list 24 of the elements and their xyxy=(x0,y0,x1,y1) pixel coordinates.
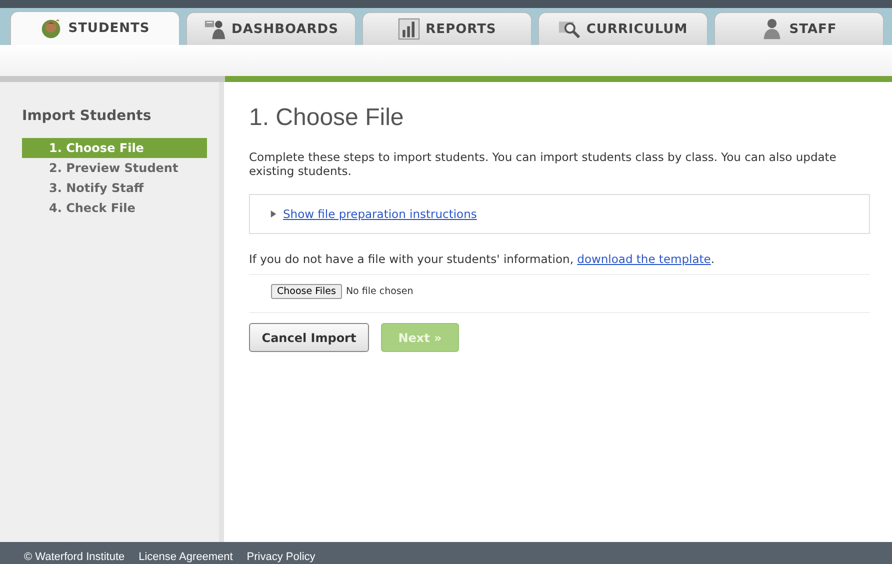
instructions-toggle[interactable]: Show file preparation instructions xyxy=(270,207,477,221)
cancel-button[interactable]: Cancel Import xyxy=(249,323,369,352)
step-item[interactable]: 2. Preview Student xyxy=(22,158,207,178)
footer-link[interactable]: License Agreement xyxy=(138,551,233,564)
step-item[interactable]: 3. Notify Staff xyxy=(22,178,207,198)
nav-tab[interactable]: REPORTS xyxy=(362,12,532,45)
nav-tab[interactable]: CURRICULUM xyxy=(538,12,708,45)
step-item[interactable]: 4. Check File xyxy=(22,198,207,218)
nav-tab[interactable]: DASHBOARDS xyxy=(186,12,356,45)
sidebar-title: Import Students xyxy=(22,108,152,124)
choose-files-button[interactable]: Choose Files xyxy=(271,284,342,299)
copyright-text: © Waterford Institute xyxy=(24,551,125,564)
expand-icon xyxy=(270,210,277,218)
template-link[interactable]: download the template xyxy=(577,252,711,266)
nav-tab[interactable]: STAFF xyxy=(714,12,884,45)
file-status: No file chosen xyxy=(346,286,414,297)
footer-link[interactable]: Privacy Policy xyxy=(246,551,316,564)
presenter-icon xyxy=(204,18,226,40)
nav-tab[interactable]: STUDENTS xyxy=(10,11,180,45)
intro-text: Complete these steps to import students. You can import students class by class. You can also update existing students. xyxy=(249,150,838,178)
student-icon xyxy=(40,18,62,40)
page-heading: 1. Choose File xyxy=(249,104,405,132)
template-text: If you do not have a file with your students' information, download the template. xyxy=(249,252,870,275)
bar-chart-icon xyxy=(398,18,420,40)
